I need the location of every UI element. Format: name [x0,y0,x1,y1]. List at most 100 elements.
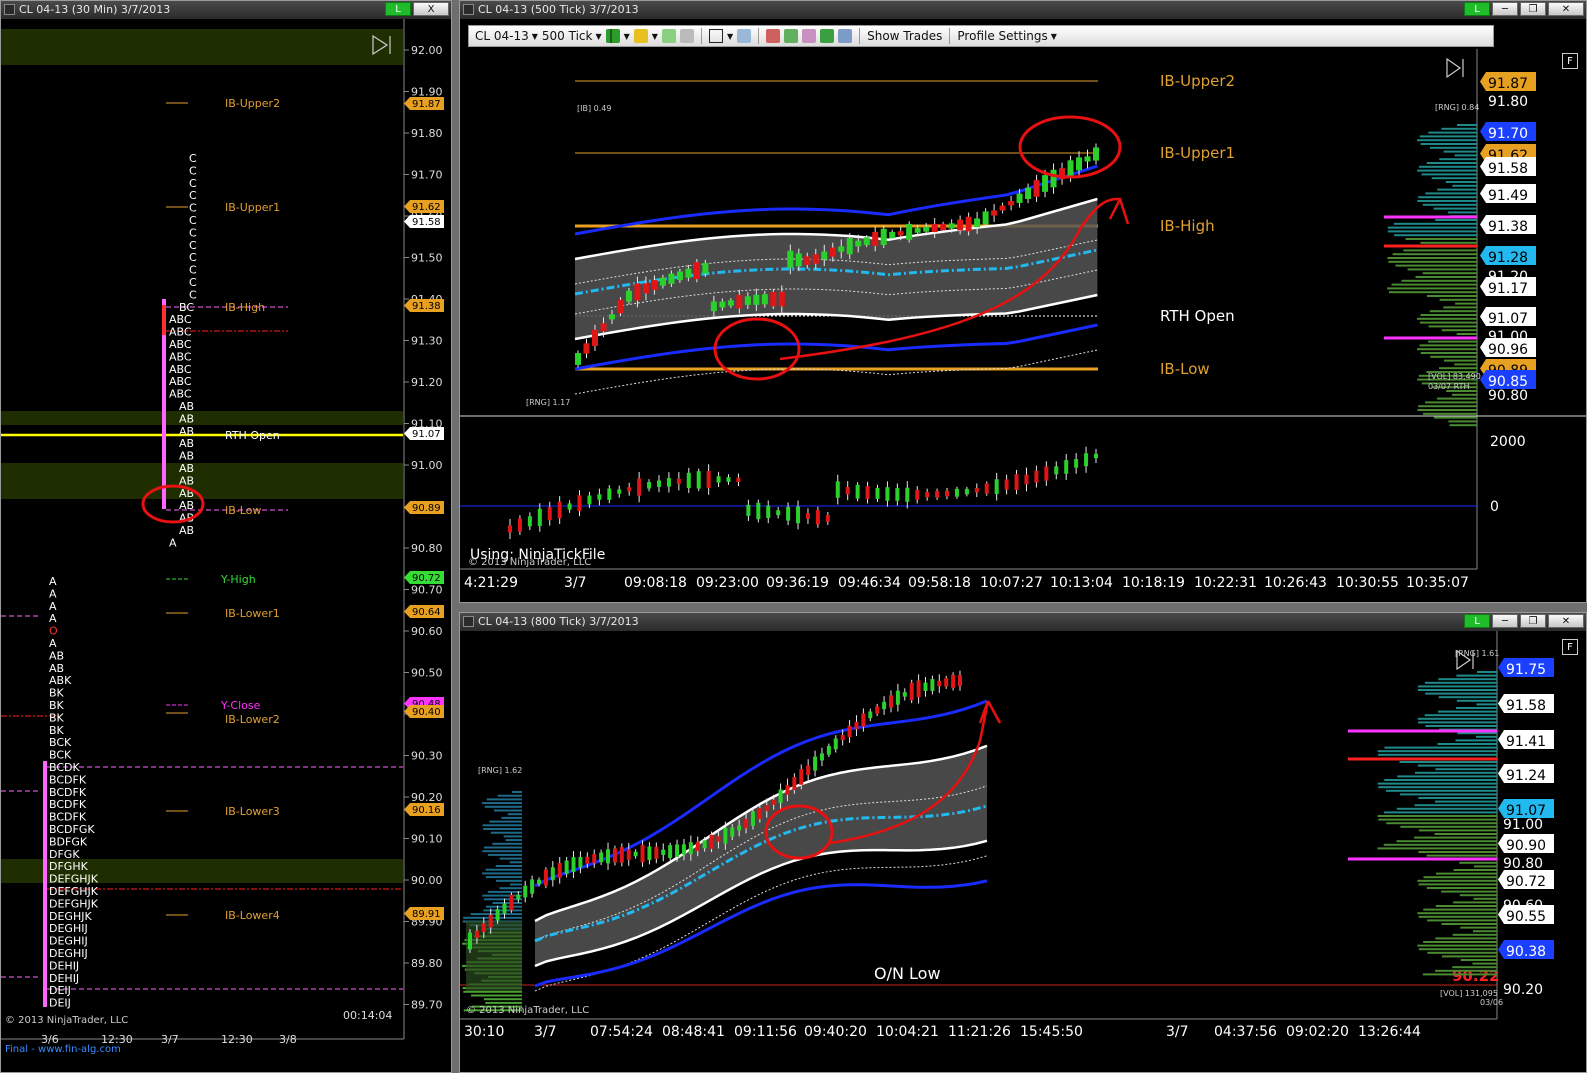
candle [948,223,955,229]
left-title-bar[interactable]: CL 04-13 (30 Min) 3/7/2013 L X [1,1,451,19]
candle [634,283,641,301]
volume-profile-bar [1426,162,1477,164]
volume-profile-bar [482,802,522,805]
connection-status-button[interactable]: L [385,2,411,16]
chevron-down-icon[interactable]: ▼ [652,32,658,41]
cumdelta-candle [647,482,652,489]
candle [840,735,845,741]
price-tag-text: 91.58 [1488,161,1528,177]
volume-label: [VOL] 83,490 [1428,372,1481,381]
price-tick-label: 90.20 [1503,982,1543,998]
chart-style-icon[interactable] [802,29,817,43]
cumdelta-candle [905,487,910,502]
volume-profile-bar [1388,260,1477,263]
candle [617,299,624,314]
candle [668,273,675,284]
volume-profile-bar [463,990,522,993]
candle [688,842,693,855]
candle [944,678,949,687]
minimize-button[interactable]: ─ [1492,2,1518,16]
volume-profile-bar [1415,276,1477,278]
volume-profile-bar [1399,793,1497,796]
bottom-chart-window[interactable]: CL 04-13 (800 Tick) 3/7/2013 L ─ ❐ ✕ F O… [459,612,1587,1073]
instrument-selector[interactable]: CL 04-13 ▼ [475,29,538,43]
draw-tool-icon[interactable] [661,29,676,43]
range-label-right: [RNG] 0.84 [1435,103,1479,112]
volume-profile-bar [512,791,522,793]
volume-profile-bar [1457,124,1477,126]
candle [681,844,686,855]
chevron-down-icon[interactable]: ▼ [727,32,733,41]
candle [806,765,811,775]
profile-settings-button[interactable]: Profile Settings ▼ [957,29,1057,43]
tpo-row: AB [179,499,194,512]
close-button[interactable]: ✕ [1548,614,1584,628]
price-tag-text: 91.24 [1506,768,1546,784]
candle [640,844,645,863]
price-tag-text: 91.07 [1506,803,1546,819]
volume-profile-bar [1456,699,1497,702]
candle [863,237,870,245]
top-title-bar[interactable]: CL 04-13 (500 Tick) 3/7/2013 L ─ ❐ ✕ [460,1,1586,19]
price-tag-text: 90.72 [412,573,441,584]
top-chart-canvas[interactable]: IB-Upper2 IB-Upper1 IB-High RTH Open IB-Low [… [460,49,1586,602]
price-tag-text: 91.58 [412,217,441,228]
time-label: 10:22:31 [1194,575,1257,591]
restore-button[interactable]: ❐ [1520,614,1546,628]
volume-profile-bar [1417,317,1477,320]
close-button[interactable]: X [413,2,449,16]
candle [516,894,521,900]
candle [897,231,904,236]
bar-type-icon[interactable] [605,29,620,43]
tpo-row: BCDFK [49,798,87,811]
crosshair-icon[interactable] [708,29,723,43]
cumdelta-candle [935,491,940,498]
zoom-icon[interactable] [737,29,752,43]
restore-button[interactable]: ❐ [1520,2,1546,16]
volume-profile-bar [507,813,522,816]
volume-profile-bar [1441,955,1497,958]
price-tag: 91.41 [1498,730,1554,750]
left-chart-window[interactable]: CL 04-13 (30 Min) 3/7/2013 L X 92.00 91.9… [0,0,452,1073]
copyright-label: © 2013 NinjaTrader, LLC [466,1005,589,1016]
pencil-icon[interactable] [633,29,648,43]
bottom-chart-canvas[interactable]: O/N Low 90.22 [RNG] 1.62 [RNG] 1.61 91.00 90.… [460,631,1586,1072]
tpo-row: BK [49,687,65,700]
minimize-button[interactable]: ─ [1492,614,1518,628]
cumdelta-candle [746,504,751,516]
time-label: 3/7 [564,575,587,591]
time-label: 04:37:56 [1214,1024,1277,1040]
show-trades-button[interactable]: Show Trades [867,29,942,43]
connection-status-button[interactable]: L [1464,2,1490,16]
candle [599,852,604,863]
properties-icon[interactable] [838,29,853,43]
top-chart-window[interactable]: CL 04-13 (500 Tick) 3/7/2013 L ─ ❐ ✕ CL … [459,0,1587,603]
volume-profile-bar [1427,951,1497,954]
volume-profile-bar [1417,944,1497,947]
candle [916,680,921,698]
volume-profile-bar [1433,207,1477,210]
volume-profile-bar [1396,840,1497,843]
price-tag: 91.75 [1498,658,1554,678]
candle [902,692,907,697]
indicators-icon[interactable] [766,29,781,43]
close-button[interactable]: ✕ [1548,2,1584,16]
volume-profile-bar [1455,739,1497,742]
tpo-row: C [189,264,197,277]
volume-profile-bar [503,835,522,838]
volume-profile-bar [1420,352,1477,354]
volume-profile-bar [510,883,522,886]
strategies-icon[interactable] [784,29,799,43]
chevron-down-icon[interactable]: ▼ [624,32,630,41]
volume-profile-bar [1384,779,1497,781]
interval-selector[interactable]: 500 Tick ▼ [542,29,602,43]
volume-profile-bar [1420,241,1477,244]
play-icon[interactable] [1446,57,1462,79]
volume-profile-bar [1423,876,1497,879]
bottom-title-bar[interactable]: CL 04-13 (800 Tick) 3/7/2013 L ─ ❐ ✕ [460,613,1586,631]
volume-profile-bar [1386,822,1497,825]
draw-tool-disabled-icon[interactable] [679,29,694,43]
connection-status-button[interactable]: L [1464,614,1490,628]
left-chart-canvas[interactable]: 92.0091.9091.8091.7091.6091.5091.4091.30… [1,19,451,1072]
dollar-icon[interactable] [820,29,835,43]
